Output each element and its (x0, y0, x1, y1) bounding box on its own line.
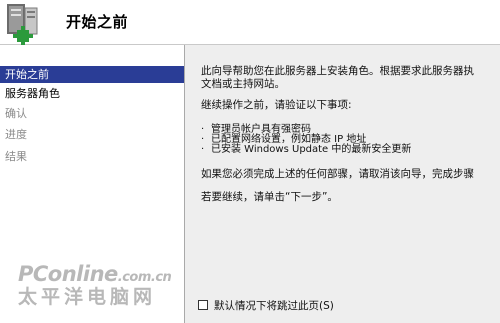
prerequisite-list: · 管理员帐户具有强密码 · 已配置网络设置，例如静态 IP 地址 · 已安装 Win… (201, 125, 411, 155)
wizard-header: 开始之前 (0, 0, 500, 46)
sidebar-item-server-roles[interactable]: 服务器角色 (0, 85, 184, 102)
next-note: 若要继续，请单击“下一步”。 (201, 191, 338, 203)
server-role-wizard-icon (3, 2, 47, 46)
sidebar-item-progress: 进度 (5, 128, 27, 141)
sidebar-item-results: 结果 (5, 150, 27, 163)
skip-page-checkbox[interactable] (198, 300, 208, 310)
skip-page-label[interactable]: 默认情况下将跳过此页(S) (214, 298, 334, 313)
pconline-watermark: PConline.com.cn 太平洋电脑网 (18, 262, 172, 308)
sidebar-item-before-you-begin[interactable]: 开始之前 (0, 66, 184, 83)
intro-text-line2: 文档或主持网站。 (201, 78, 285, 90)
list-item: · 已安装 Windows Update 中的最新安全更新 (201, 144, 412, 155)
cancel-note: 如果您必须完成上述的任何部骤，请取消该向导，完成步骤 (201, 168, 474, 180)
wizard-content-pane: 此向导帮助您在此服务器上安装角色。根据要求此服务器执 文档或主持网站。 继续操作… (185, 45, 500, 323)
page-title: 开始之前 (66, 13, 129, 31)
skip-page-option: 默认情况下将跳过此页(S) (198, 298, 334, 312)
sidebar-item-confirmation: 确认 (5, 107, 27, 120)
continue-heading: 继续操作之前，请验证以下事项: (201, 99, 352, 111)
intro-text-line1: 此向导帮助您在此服务器上安装角色。根据要求此服务器执 (201, 65, 474, 77)
